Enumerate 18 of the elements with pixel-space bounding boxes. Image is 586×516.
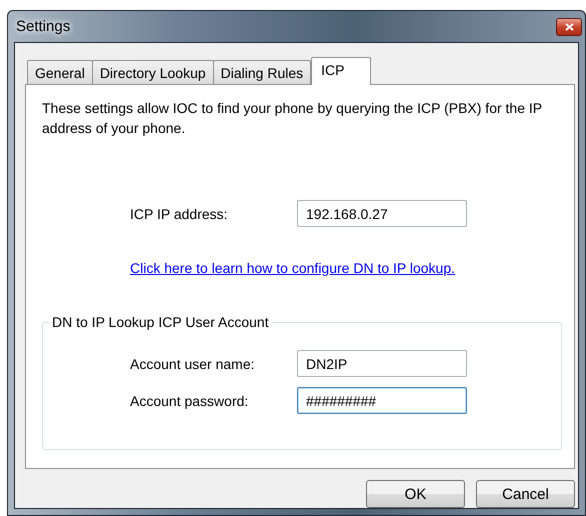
tab[interactable]: Directory Lookup [92, 60, 214, 84]
dialog-button[interactable]: Cancel [476, 480, 575, 508]
text-field[interactable]: DN2IP [297, 350, 467, 377]
window-title: Settings [15, 18, 70, 35]
field-label: Account user name: [130, 356, 256, 372]
tab[interactable]: ICP [311, 57, 372, 85]
description-text: These settings allow IOC to find your phone by querying the ICP (PBX) for the IP address of your phone. [42, 99, 543, 138]
password-field[interactable]: ######### [297, 387, 467, 414]
ip-address-field[interactable]: 192.168.0.27 [297, 200, 467, 227]
tab[interactable]: General [27, 60, 93, 84]
field-label: Account password: [130, 392, 250, 408]
tab[interactable]: Dialing Rules [212, 60, 312, 84]
group-title: DN to IP Lookup ICP User Account [51, 314, 270, 330]
field-label: ICP IP address: [130, 206, 229, 222]
close-icon [564, 22, 574, 30]
help-link[interactable]: Click here to learn how to configure DN to IP lookup. [130, 260, 456, 276]
close-button[interactable] [556, 18, 582, 36]
dialog-button[interactable]: OK [366, 480, 465, 508]
